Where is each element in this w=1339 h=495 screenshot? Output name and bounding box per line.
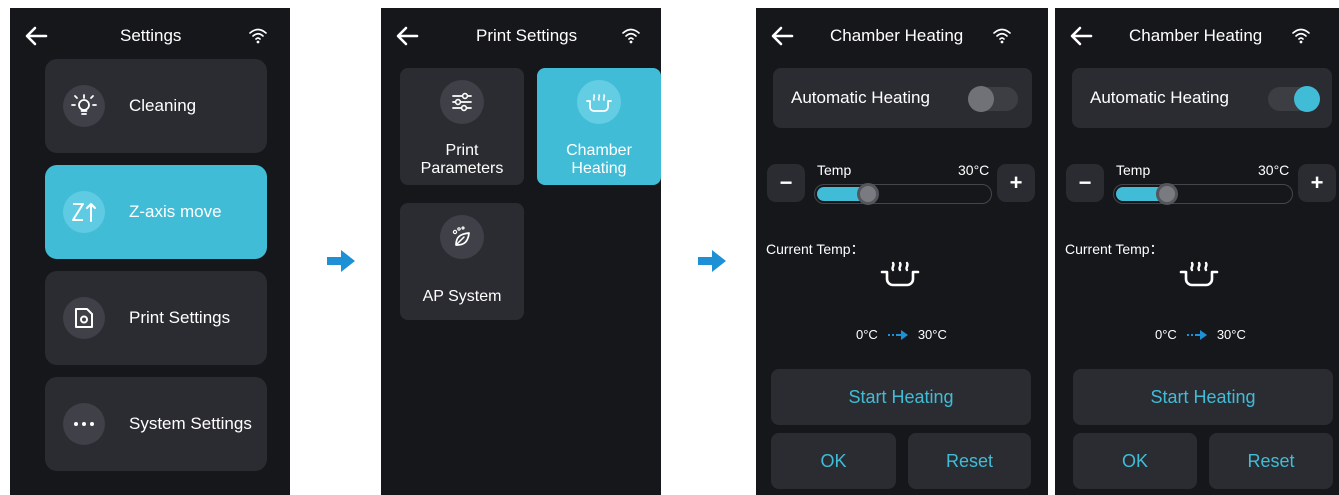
reset-button[interactable]: Reset [1209, 433, 1333, 489]
tile-label-line2: Parameters [420, 160, 504, 177]
back-arrow-icon[interactable] [1069, 24, 1093, 48]
tile-label-line1: Chamber [566, 142, 632, 159]
heating-icon [577, 80, 621, 124]
menu-item-cleaning[interactable]: Cleaning [45, 59, 267, 153]
toggle-knob [968, 86, 994, 112]
temp-value: 30°C [1258, 162, 1290, 178]
reset-button[interactable]: Reset [908, 433, 1031, 489]
start-heating-button[interactable]: Start Heating [1073, 369, 1333, 425]
bulb-icon [63, 85, 105, 127]
temp-range: 0°C 30°C [1155, 326, 1246, 344]
menu-item-label: Print Settings [129, 308, 231, 327]
gear-doc-icon [63, 297, 105, 339]
temp-slider[interactable] [1113, 183, 1293, 205]
automatic-heating-label: Automatic Heating [791, 88, 930, 107]
menu-item-label: System Settings [129, 414, 252, 433]
page-title: Chamber Heating [1129, 26, 1263, 45]
temp-label: Temp [817, 162, 852, 178]
chamber-heating-screen-off: Chamber Heating Automatic Heating − Temp… [756, 8, 1048, 495]
from-temp: 0°C [1155, 327, 1177, 342]
tile-ap-system[interactable]: AP System [400, 203, 524, 320]
automatic-heating-toggle[interactable] [1268, 86, 1320, 112]
menu-item-system-settings[interactable]: System Settings [45, 377, 267, 471]
more-icon [63, 403, 105, 445]
menu-item-print-settings[interactable]: Print Settings [45, 271, 267, 365]
temp-range: 0°C 30°C [856, 326, 947, 344]
temp-slider[interactable] [814, 183, 992, 205]
back-arrow-icon[interactable] [395, 24, 419, 48]
current-temp-label: Current Temp： [766, 241, 865, 257]
menu-item-label: Z-axis move [129, 202, 222, 221]
tile-label-line2: Heating [571, 160, 627, 177]
leaf-icon [440, 215, 484, 259]
right-arrow-icon [1186, 330, 1207, 340]
increase-temp-button[interactable]: + [997, 164, 1035, 202]
flow-arrow-icon [698, 250, 726, 272]
to-temp: 30°C [917, 327, 947, 342]
toggle-knob [1294, 86, 1320, 112]
page-title: Print Settings [476, 26, 578, 45]
sliders-icon [440, 80, 484, 124]
menu-item-label: Cleaning [129, 96, 197, 115]
flow-arrow-icon [327, 250, 355, 272]
menu-item-z-axis-move[interactable]: Z-axis move [45, 165, 267, 259]
temp-label: Temp [1116, 162, 1151, 178]
ok-button[interactable]: OK [1073, 433, 1197, 489]
settings-screen: Settings Cleaning Z-axis move Print Sett… [10, 8, 290, 495]
back-arrow-icon[interactable] [24, 24, 48, 48]
back-arrow-icon[interactable] [770, 24, 794, 48]
increase-temp-button[interactable]: + [1298, 164, 1336, 202]
heating-icon [880, 261, 920, 287]
current-temp-label: Current Temp： [1065, 241, 1164, 257]
temp-value: 30°C [958, 162, 990, 178]
ok-button[interactable]: OK [771, 433, 896, 489]
wifi-icon [622, 28, 640, 44]
automatic-heating-label: Automatic Heating [1090, 88, 1229, 107]
wifi-icon [1292, 28, 1310, 44]
automatic-heating-row: Automatic Heating [773, 68, 1032, 128]
automatic-heating-row: Automatic Heating [1072, 68, 1332, 128]
tile-label-line1: Print [445, 142, 479, 159]
start-heating-button[interactable]: Start Heating [771, 369, 1031, 425]
right-arrow-icon [887, 330, 908, 340]
print-settings-screen: Print Settings Print Parameters Chamber … [381, 8, 661, 495]
wifi-icon [993, 28, 1011, 44]
decrease-temp-button[interactable]: − [1066, 164, 1104, 202]
tile-chamber-heating[interactable]: Chamber Heating [537, 68, 661, 185]
temp-slider-thumb[interactable] [1156, 183, 1178, 205]
from-temp: 0°C [856, 327, 878, 342]
decrease-temp-button[interactable]: − [767, 164, 805, 202]
page-title: Settings [120, 26, 182, 45]
temp-slider-thumb[interactable] [857, 183, 879, 205]
tile-print-parameters[interactable]: Print Parameters [400, 68, 524, 185]
page-title: Chamber Heating [830, 26, 964, 45]
wifi-icon [249, 28, 267, 44]
tile-label: AP System [422, 288, 502, 305]
heating-icon [1179, 261, 1219, 287]
automatic-heating-toggle[interactable] [968, 86, 1018, 112]
z-axis-icon [63, 191, 105, 233]
to-temp: 30°C [1216, 327, 1246, 342]
chamber-heating-screen-on: Chamber Heating Automatic Heating − Temp… [1055, 8, 1339, 495]
